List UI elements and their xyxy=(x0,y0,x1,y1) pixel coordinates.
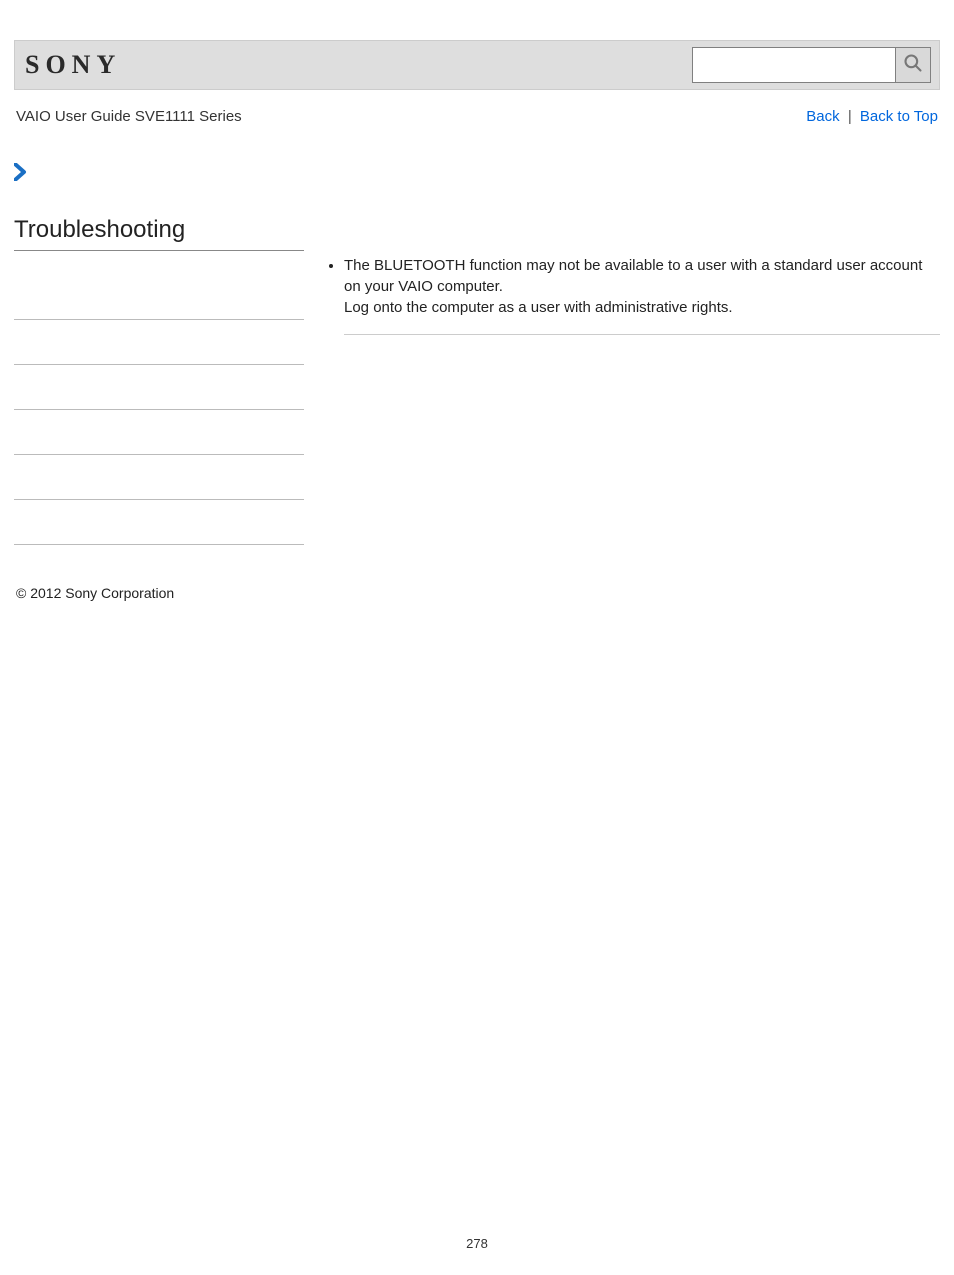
main-content: The BLUETOOTH function may not be availa… xyxy=(324,155,940,545)
back-to-top-link[interactable]: Back to Top xyxy=(860,108,938,125)
chevron-right-icon xyxy=(14,163,304,186)
sidebar-item[interactable] xyxy=(14,275,304,320)
sidebar-item[interactable] xyxy=(14,365,304,410)
back-link[interactable]: Back xyxy=(806,108,839,125)
sony-logo: SONY xyxy=(25,50,121,80)
page-number: 278 xyxy=(0,1236,954,1251)
search-input[interactable] xyxy=(693,48,895,82)
sidebar-item[interactable] xyxy=(14,455,304,500)
list-item: The BLUETOOTH function may not be availa… xyxy=(344,255,940,335)
list-item-text-line2: Log onto the computer as a user with adm… xyxy=(344,299,733,316)
copyright: © 2012 Sony Corporation xyxy=(16,585,940,601)
content-list: The BLUETOOTH function may not be availa… xyxy=(324,255,940,335)
search-icon xyxy=(903,53,923,78)
sidebar-item[interactable] xyxy=(14,320,304,365)
search-button[interactable] xyxy=(895,48,930,82)
list-item-text-line1: The BLUETOOTH function may not be availa… xyxy=(344,257,922,295)
sub-header: VAIO User Guide SVE1111 Series Back | Ba… xyxy=(14,90,940,125)
sidebar-item[interactable] xyxy=(14,500,304,545)
nav-separator: | xyxy=(848,108,852,125)
nav-links: Back | Back to Top xyxy=(806,108,938,125)
breadcrumb: VAIO User Guide SVE1111 Series xyxy=(16,108,242,125)
sidebar-title: Troubleshooting xyxy=(14,216,304,251)
sidebar-item[interactable] xyxy=(14,410,304,455)
header-bar: SONY xyxy=(14,40,940,90)
search-area xyxy=(692,47,931,83)
sidebar: Troubleshooting xyxy=(14,155,324,545)
